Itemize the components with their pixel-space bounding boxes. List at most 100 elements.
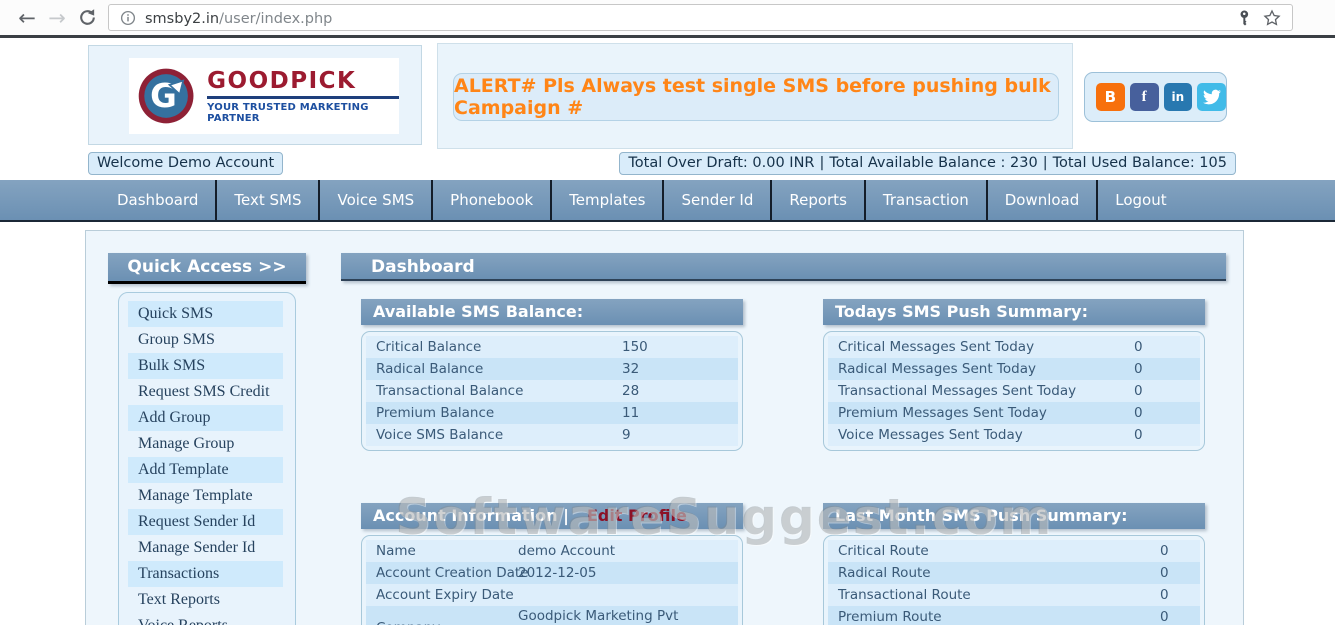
brand-tagline: YOUR TRUSTED MARKETING PARTNER [207, 101, 369, 124]
row-label: Premium Messages Sent Today [838, 405, 1047, 421]
sidebar-item-voice-reports[interactable]: Voice Reports [128, 613, 283, 625]
reload-icon[interactable] [72, 7, 102, 28]
blogger-glyph: B [1104, 88, 1117, 106]
row-value: 28 [622, 383, 640, 399]
goodpick-logo-icon: G [138, 68, 194, 124]
browser-toolbar: ← → smsby2.in/user/index.php [0, 0, 1335, 38]
nav-item-templates[interactable]: Templates [550, 180, 662, 220]
table-row: Critical Route 0 [828, 540, 1200, 562]
sidebar-item-manage-template[interactable]: Manage Template [128, 483, 283, 509]
nav-item-text-sms[interactable]: Text SMS [215, 180, 318, 220]
sidebar-item-manage-sender-id[interactable]: Manage Sender Id [128, 535, 283, 561]
row-value: 0 [1134, 361, 1143, 377]
bookmark-star-icon[interactable] [1262, 8, 1282, 28]
row-value: 0 [1134, 405, 1143, 421]
todays-sms-push-summary-panel: Todays SMS Push Summary: Critical Messag… [823, 299, 1205, 451]
nav-item-sender-id[interactable]: Sender Id [662, 180, 770, 220]
sidebar-item-text-reports[interactable]: Text Reports [128, 587, 283, 613]
row-label: Radical Messages Sent Today [838, 361, 1036, 377]
edit-profile-link[interactable]: Edit Profile [587, 503, 687, 529]
table-row: Transactional Messages Sent Today 0 [828, 380, 1200, 402]
nav-item-download[interactable]: Download [985, 180, 1097, 220]
panel-title: Account Information | [373, 506, 569, 525]
sidebar-item-group-sms[interactable]: Group SMS [128, 327, 283, 353]
available-sms-balance-panel: Available SMS Balance: Critical Balance 1… [361, 299, 743, 451]
overdraft-text: Total Over Draft: 0.00 INR [628, 155, 815, 171]
forward-icon[interactable]: → [42, 1, 72, 35]
content-wrapper: Quick Access >> Quick SMS Group SMS Bulk… [85, 230, 1244, 625]
row-value: 0 [1134, 427, 1143, 443]
available-balance-text: Total Available Balance : 230 [829, 155, 1038, 171]
table-row: Transactional Balance 28 [366, 380, 738, 402]
panel-body: Critical Route 0 Radical Route 0 Transacti… [823, 535, 1205, 625]
nav-item-voice-sms[interactable]: Voice SMS [318, 180, 431, 220]
table-row: Radical Balance 32 [366, 358, 738, 380]
row-value: 0 [1160, 609, 1169, 625]
logo-panel: G GOODPICK YOUR TRUSTED MARKETING PARTNE… [88, 45, 422, 145]
row-label: Transactional Route [838, 587, 971, 603]
linkedin-glyph: in [1171, 90, 1185, 104]
row-label: Company [366, 606, 518, 625]
row-label: Voice Messages Sent Today [838, 427, 1023, 443]
row-value: 11 [622, 405, 640, 421]
url-text: smsby2.in/user/index.php [145, 8, 332, 27]
table-row: CompanyGoodpick Marketing Pvt [366, 606, 738, 625]
table-row: Name demo Account [366, 540, 738, 562]
sidebar-item-add-template[interactable]: Add Template [128, 457, 283, 483]
sidebar-item-quick-sms[interactable]: Quick SMS [128, 301, 283, 327]
row-label: Transactional Messages Sent Today [838, 383, 1077, 399]
table-row: Voice Messages Sent Today 0 [828, 424, 1200, 446]
page-info-icon[interactable] [119, 9, 137, 27]
row-label: Radical Balance [376, 361, 484, 377]
panel-body: Critical Messages Sent Today 0 Radical Me… [823, 331, 1205, 451]
blogger-icon[interactable]: B [1096, 83, 1125, 111]
row-value: Goodpick Marketing Pvt [518, 608, 679, 624]
welcome-text: Welcome Demo Account [97, 155, 275, 171]
panel-body: Critical Balance 150 Radical Balance 32 Tr… [361, 331, 743, 451]
separator: | [1042, 155, 1048, 171]
row-label: Transactional Balance [376, 383, 524, 399]
sidebar-item-manage-group[interactable]: Manage Group [128, 431, 283, 457]
sidebar-item-transactions[interactable]: Transactions [128, 561, 283, 587]
nav-item-phonebook[interactable]: Phonebook [431, 180, 550, 220]
nav-item-logout[interactable]: Logout [1096, 180, 1183, 220]
row-value: 9 [622, 427, 631, 443]
row-label: Account Expiry Date [376, 587, 514, 603]
nav-item-transaction[interactable]: Transaction [863, 180, 986, 220]
table-row: Premium Messages Sent Today 0 [828, 402, 1200, 424]
sidebar-item-request-sms-credit[interactable]: Request SMS Credit [128, 379, 283, 405]
brand-rule [207, 95, 399, 99]
nav-item-reports[interactable]: Reports [770, 180, 864, 220]
sidebar-item-request-sender-id[interactable]: Request Sender Id [128, 509, 283, 535]
nav-item-dashboard[interactable]: Dashboard [100, 180, 215, 220]
table-row: Critical Balance 150 [366, 336, 738, 358]
quick-access-menu: Quick SMS Group SMS Bulk SMS Request SMS… [118, 292, 296, 625]
row-label: Critical Balance [376, 339, 482, 355]
sidebar-item-bulk-sms[interactable]: Bulk SMS [128, 353, 283, 379]
row-label: Premium Balance [376, 405, 495, 421]
back-icon[interactable]: ← [12, 1, 42, 35]
row-value: 0 [1160, 543, 1169, 559]
twitter-icon[interactable] [1197, 83, 1226, 111]
password-key-icon[interactable] [1236, 9, 1254, 27]
alert-panel: ALERT# Pls Always test single SMS before… [437, 43, 1073, 149]
logo-text: GOODPICK YOUR TRUSTED MARKETING PARTNER [207, 69, 399, 124]
balance-summary-badge: Total Over Draft: 0.00 INR | Total Availab… [619, 152, 1236, 175]
linkedin-icon[interactable]: in [1163, 83, 1193, 111]
logo: G GOODPICK YOUR TRUSTED MARKETING PARTNE… [129, 58, 399, 134]
table-row: Account Creation Date 2012-12-05 [366, 562, 738, 584]
panel-title: Todays SMS Push Summary: [835, 302, 1088, 321]
welcome-badge: Welcome Demo Account [88, 152, 284, 175]
address-bar[interactable]: smsby2.in/user/index.php [108, 4, 1293, 31]
row-value: demo Account [518, 543, 616, 559]
table-row: Transactional Route 0 [828, 584, 1200, 606]
panel-title: Available SMS Balance: [373, 302, 584, 321]
sidebar-item-add-group[interactable]: Add Group [128, 405, 283, 431]
url-host: smsby2.in [145, 11, 220, 27]
alert-banner: ALERT# Pls Always test single SMS before… [453, 73, 1059, 121]
facebook-icon[interactable]: f [1129, 83, 1159, 111]
table-row: Radical Messages Sent Today 0 [828, 358, 1200, 380]
row-label: Premium Route [838, 609, 942, 625]
row-label: Critical Route [838, 543, 929, 559]
quick-access-header: Quick Access >> [108, 253, 306, 284]
